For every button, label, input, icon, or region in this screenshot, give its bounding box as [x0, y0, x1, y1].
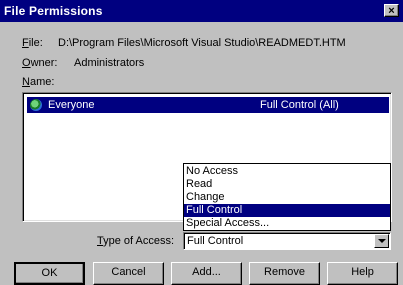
add-button[interactable]: Add...: [171, 262, 242, 285]
close-button[interactable]: ×: [384, 4, 399, 17]
list-item-name: Everyone: [48, 99, 95, 111]
dropdown-option-read[interactable]: Read: [184, 178, 390, 191]
window-title: File Permissions: [4, 4, 103, 18]
access-dropdown-list[interactable]: No Access Read Change Full Control Speci…: [183, 163, 391, 231]
name-label: Name:: [22, 76, 55, 88]
title-bar: File Permissions ×: [0, 0, 403, 22]
ok-button[interactable]: OK: [14, 262, 85, 285]
dropdown-option-no-access[interactable]: No Access: [184, 165, 390, 178]
combo-selected-value: Full Control: [187, 235, 244, 247]
chevron-down-icon[interactable]: [374, 234, 389, 248]
dropdown-option-full-control[interactable]: Full Control: [184, 204, 390, 217]
owner-label: Owner:: [22, 57, 58, 69]
globe-icon: [30, 99, 42, 111]
cancel-button[interactable]: Cancel: [93, 262, 164, 285]
dropdown-option-special-access[interactable]: Special Access...: [184, 217, 390, 230]
help-button[interactable]: Help: [327, 262, 398, 285]
remove-button[interactable]: Remove: [249, 262, 320, 285]
dropdown-option-change[interactable]: Change: [184, 191, 390, 204]
close-icon: ×: [388, 5, 395, 17]
file-label: File:: [22, 37, 43, 49]
type-of-access-label: Type of Access:: [97, 235, 175, 247]
owner-value: Administrators: [74, 57, 145, 69]
list-item-permission: Full Control (All): [260, 99, 339, 111]
file-path: D:\Program Files\Microsoft Visual Studio…: [58, 37, 346, 49]
type-of-access-combo[interactable]: Full Control: [183, 232, 391, 250]
list-item-everyone[interactable]: Everyone Full Control (All): [27, 97, 389, 113]
